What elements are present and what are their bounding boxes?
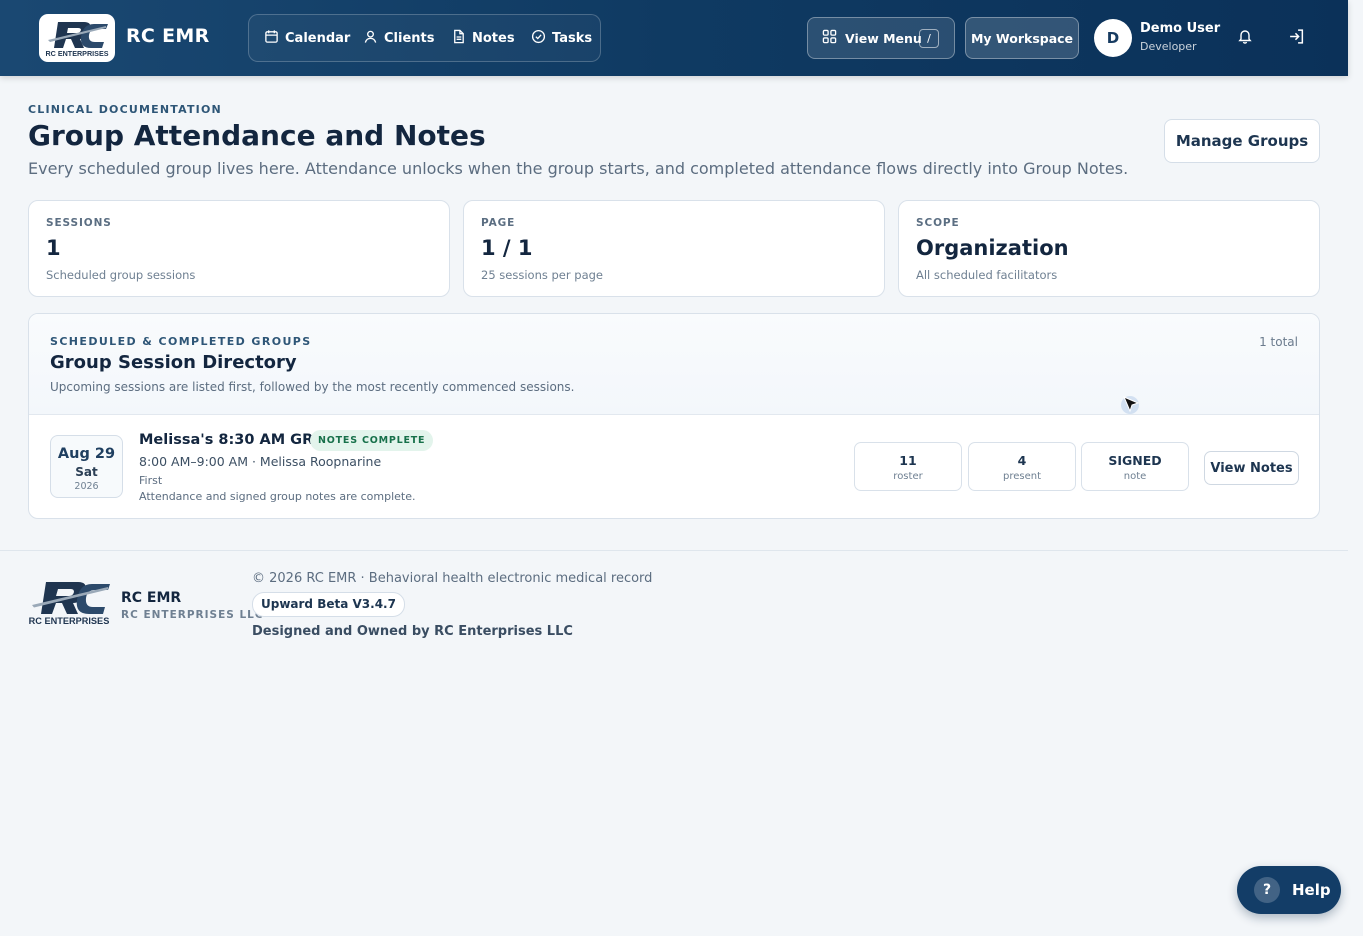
stat-value: 1 bbox=[46, 236, 61, 260]
nav-notes[interactable]: Notes bbox=[451, 15, 515, 61]
session-date-tile: Aug 29 Sat 2026 bbox=[50, 435, 123, 498]
session-year: 2026 bbox=[74, 481, 99, 492]
nav-calendar-label: Calendar bbox=[285, 30, 351, 46]
page-subtitle: Every scheduled group lives here. Attend… bbox=[28, 159, 1129, 178]
user-role: Developer bbox=[1140, 40, 1197, 53]
view-menu-button[interactable]: View Menu / bbox=[807, 17, 955, 59]
metric-label: note bbox=[1123, 471, 1147, 482]
primary-nav: Calendar Clients Notes Tasks bbox=[248, 14, 601, 62]
stat-label: PAGE bbox=[481, 217, 516, 229]
footer-brand: RC EMR bbox=[121, 590, 182, 606]
mouse-cursor-icon bbox=[1121, 394, 1143, 416]
rc-logo-mark: RC ENTERPRISES bbox=[45, 22, 109, 58]
stat-value: Organization bbox=[916, 236, 1069, 260]
stat-value: 1 / 1 bbox=[481, 236, 533, 260]
help-button[interactable]: ? Help bbox=[1237, 866, 1341, 914]
metric-label: present bbox=[1002, 471, 1041, 482]
metric-value: 4 bbox=[1017, 453, 1027, 468]
logo-text: RC ENTERPRISES bbox=[29, 616, 110, 626]
logo-text: RC ENTERPRISES bbox=[45, 49, 108, 58]
rc-logo-mark: RC ENTERPRISES bbox=[29, 582, 110, 626]
stat-card-page: PAGE 1 / 1 25 sessions per page bbox=[463, 200, 885, 297]
session-title: Melissa's 8:30 AM GRP bbox=[139, 432, 324, 448]
directory-title: Group Session Directory bbox=[50, 352, 297, 373]
top-navigation-bar: RC ENTERPRISES RC EMR Calendar Clients N… bbox=[0, 0, 1348, 76]
session-time-facilitator: 8:00 AM–9:00 AM · Melissa Roopnarine bbox=[139, 454, 382, 469]
nav-notes-label: Notes bbox=[472, 30, 515, 46]
nav-clients-label: Clients bbox=[384, 30, 435, 46]
stat-note: Scheduled group sessions bbox=[46, 268, 196, 282]
stat-note: 25 sessions per page bbox=[481, 268, 603, 282]
app-name: RC EMR bbox=[126, 25, 210, 47]
notifications-button[interactable] bbox=[1234, 27, 1256, 49]
user-icon bbox=[363, 29, 378, 48]
metric-label: roster bbox=[893, 471, 923, 482]
keyboard-shortcut-hint: / bbox=[919, 29, 939, 48]
session-weekday: Sat bbox=[75, 465, 98, 479]
metric-present: 4 present bbox=[968, 442, 1076, 491]
view-menu-label: View Menu bbox=[845, 30, 922, 46]
check-circle-icon bbox=[531, 29, 546, 48]
manage-groups-button[interactable]: Manage Groups bbox=[1164, 119, 1320, 163]
page-eyebrow: CLINICAL DOCUMENTATION bbox=[28, 103, 222, 116]
nav-clients[interactable]: Clients bbox=[363, 15, 434, 61]
metric-value: SIGNED bbox=[1108, 453, 1162, 468]
session-status-text: Attendance and signed group notes are co… bbox=[139, 490, 416, 503]
view-notes-button[interactable]: View Notes bbox=[1204, 451, 1299, 485]
page-title: Group Attendance and Notes bbox=[28, 119, 486, 152]
metric-note-status: SIGNED note bbox=[1081, 442, 1189, 491]
version-badge: Upward Beta V3.4.7 bbox=[252, 592, 405, 617]
question-icon: ? bbox=[1254, 877, 1280, 903]
sign-out-icon bbox=[1288, 28, 1305, 49]
document-icon bbox=[451, 29, 466, 48]
directory-total-count: 1 total bbox=[1259, 335, 1298, 349]
footer-divider bbox=[0, 550, 1348, 551]
footer-logo: RC ENTERPRISES bbox=[26, 578, 112, 626]
directory-eyebrow: SCHEDULED & COMPLETED GROUPS bbox=[50, 335, 312, 348]
footer-company: RC ENTERPRISES LLC bbox=[121, 609, 264, 621]
nav-tasks[interactable]: Tasks bbox=[531, 15, 592, 61]
user-name: Demo User bbox=[1140, 21, 1221, 36]
metric-value: 11 bbox=[899, 453, 917, 468]
stat-label: SESSIONS bbox=[46, 217, 112, 229]
my-workspace-button[interactable]: My Workspace bbox=[965, 17, 1079, 59]
directory-subtitle: Upcoming sessions are listed first, foll… bbox=[50, 380, 575, 394]
nav-calendar[interactable]: Calendar bbox=[264, 15, 350, 61]
help-label: Help bbox=[1292, 881, 1331, 899]
stat-note: All scheduled facilitators bbox=[916, 268, 1058, 282]
session-type: First bbox=[139, 474, 163, 487]
footer-copyright: © 2026 RC EMR · Behavioral health electr… bbox=[252, 571, 653, 586]
calendar-icon bbox=[264, 29, 279, 48]
user-avatar[interactable]: D bbox=[1094, 19, 1132, 57]
grid-icon bbox=[822, 29, 837, 47]
nav-tasks-label: Tasks bbox=[552, 30, 593, 46]
bell-icon bbox=[1237, 28, 1253, 48]
stat-card-scope: SCOPE Organization All scheduled facilit… bbox=[898, 200, 1320, 297]
session-date: Aug 29 bbox=[57, 446, 116, 462]
footer-owner: Designed and Owned by RC Enterprises LLC bbox=[252, 624, 573, 639]
app-logo[interactable]: RC ENTERPRISES bbox=[39, 14, 115, 62]
logout-button[interactable] bbox=[1285, 27, 1307, 49]
metric-roster: 11 roster bbox=[854, 442, 962, 491]
notes-status-badge: NOTES COMPLETE bbox=[310, 430, 434, 451]
stat-card-sessions: SESSIONS 1 Scheduled group sessions bbox=[28, 200, 450, 297]
stat-label: SCOPE bbox=[916, 217, 960, 229]
